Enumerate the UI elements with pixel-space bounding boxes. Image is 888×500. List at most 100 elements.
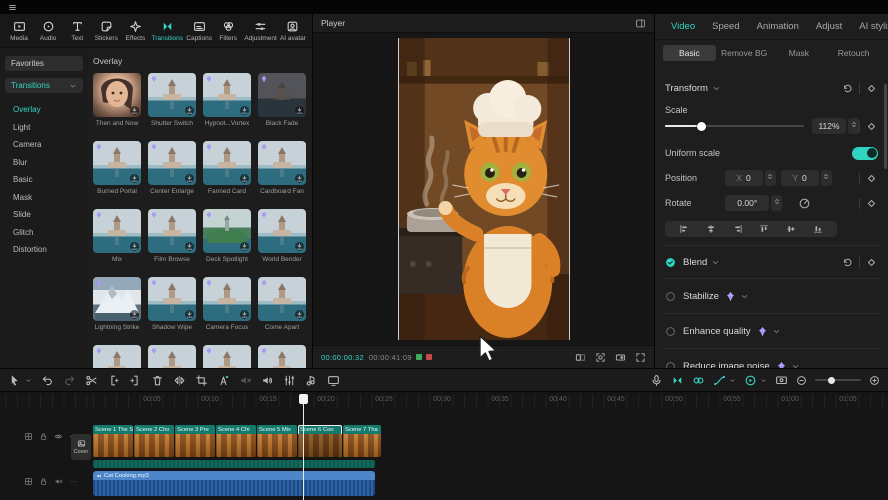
- menu-icon[interactable]: [8, 3, 17, 12]
- rotate-value-field[interactable]: 0.00°: [725, 195, 769, 211]
- transition-card[interactable]: Then and Now: [93, 73, 141, 127]
- section-checkbox-icon[interactable]: [665, 326, 676, 337]
- transition-card[interactable]: Hypnot...Vortex: [203, 73, 251, 127]
- link-clips-toggle-icon[interactable]: [692, 374, 705, 387]
- select-tool-caret-icon[interactable]: [25, 377, 32, 384]
- timeline-clip[interactable]: Scene 1 The S: [93, 425, 133, 457]
- mute-track-icon[interactable]: [54, 477, 63, 486]
- timeline-ruler[interactable]: 00:0500:1000:1500:2000:2500:3000:3500:40…: [0, 394, 888, 407]
- transition-card[interactable]: Lightning Strike: [93, 277, 141, 331]
- align-center-horizontal-icon[interactable]: [706, 224, 716, 234]
- split-icon[interactable]: [85, 374, 98, 387]
- transition-card[interactable]: Come Apart: [258, 277, 306, 331]
- subtab-remove-bg[interactable]: Remove BG: [718, 45, 771, 61]
- align-right-icon[interactable]: [733, 224, 743, 234]
- section-checkbox-icon[interactable]: [665, 361, 676, 369]
- toolbar-item-filters[interactable]: Filters: [215, 20, 241, 42]
- blend-reset-icon[interactable]: [841, 256, 854, 269]
- preview-window-icon[interactable]: [327, 374, 340, 387]
- audio-clip[interactable]: Cat Cooking.mp3: [93, 471, 375, 496]
- rotate-keyframe-icon[interactable]: [865, 197, 878, 210]
- select-tool-icon[interactable]: [8, 374, 21, 387]
- track-more-icon[interactable]: [69, 477, 78, 486]
- adjust-levels-icon[interactable]: [283, 374, 296, 387]
- sidebar-item-camera[interactable]: Camera: [0, 136, 88, 154]
- zoom-fit-icon[interactable]: [869, 375, 880, 386]
- timeline-clip[interactable]: Scene 3 Pre: [175, 425, 215, 457]
- sidebar-item-slide[interactable]: Slide: [0, 206, 88, 224]
- sidebar-item-glitch[interactable]: Glitch: [0, 224, 88, 242]
- transform-collapse-icon[interactable]: [712, 84, 721, 93]
- scale-stepper[interactable]: [848, 118, 859, 134]
- toolbar-item-ai-avatar[interactable]: AI avatar: [280, 20, 306, 42]
- undo-icon[interactable]: [41, 374, 54, 387]
- position-keyframe-icon[interactable]: [865, 172, 878, 185]
- section-collapse-icon[interactable]: [772, 327, 781, 336]
- playhead-line[interactable]: [303, 394, 304, 500]
- track-options-icon[interactable]: [24, 477, 33, 486]
- linked-audio-strip[interactable]: [93, 460, 375, 468]
- track-options-icon[interactable]: [24, 432, 33, 441]
- transition-card[interactable]: [93, 345, 141, 368]
- scale-slider-handle[interactable]: [697, 122, 706, 131]
- inspector-scrollbar[interactable]: [884, 84, 887, 169]
- transition-card[interactable]: Deck Spotlight: [203, 209, 251, 263]
- player-display-settings-icon[interactable]: [635, 18, 646, 29]
- rotate-dial-icon[interactable]: [798, 197, 811, 210]
- rotate-stepper[interactable]: [771, 195, 782, 211]
- transform-reset-icon[interactable]: [841, 82, 854, 95]
- transition-card[interactable]: Center Enlarge: [148, 141, 196, 195]
- subtab-retouch[interactable]: Retouch: [827, 45, 880, 61]
- audio-icon[interactable]: [261, 374, 274, 387]
- transition-card[interactable]: Black Fade: [258, 73, 306, 127]
- mark-in-indicator[interactable]: [416, 354, 422, 360]
- delete-left-icon[interactable]: [107, 374, 120, 387]
- beat-marker-icon[interactable]: [305, 374, 318, 387]
- playhead-handle[interactable]: [299, 394, 308, 404]
- transition-card[interactable]: Film Browse: [148, 209, 196, 263]
- transform-keyframe-icon[interactable]: [865, 82, 878, 95]
- position-x-field[interactable]: X 0: [725, 170, 763, 186]
- fullscreen-icon[interactable]: [635, 352, 646, 363]
- toolbar-item-transitions[interactable]: Transitions: [151, 20, 183, 42]
- video-preview[interactable]: [398, 38, 570, 340]
- audio-preview-caret-icon[interactable]: [760, 377, 767, 384]
- position-y-field[interactable]: Y 0: [781, 170, 819, 186]
- keyframe-graph-caret-icon[interactable]: [729, 377, 736, 384]
- transition-card[interactable]: Shadow Wipe: [148, 277, 196, 331]
- transition-card[interactable]: [258, 345, 306, 368]
- blend-keyframe-icon[interactable]: [865, 256, 878, 269]
- mark-out-indicator[interactable]: [426, 354, 432, 360]
- sidebar-favorites[interactable]: Favorites: [5, 56, 83, 71]
- lock-track-icon[interactable]: [39, 477, 48, 486]
- compare-view-icon[interactable]: [575, 352, 586, 363]
- keyframe-graph-toggle-icon[interactable]: [713, 374, 726, 387]
- voiceover-mic-icon[interactable]: [650, 374, 663, 387]
- crop-icon[interactable]: [195, 374, 208, 387]
- timeline-clip[interactable]: Scene 4 Chi: [216, 425, 256, 457]
- mute-track-icon[interactable]: [239, 374, 252, 387]
- delete-icon[interactable]: [151, 374, 164, 387]
- sidebar-item-light[interactable]: Light: [0, 119, 88, 137]
- tab-speed[interactable]: Speed: [712, 21, 739, 32]
- screen-view-icon[interactable]: [775, 374, 788, 387]
- transition-card[interactable]: Mix: [93, 209, 141, 263]
- zoom-slider-knob[interactable]: [828, 377, 835, 384]
- toolbar-item-stickers[interactable]: Stickers: [93, 20, 119, 42]
- transition-card[interactable]: Shutter Switch: [148, 73, 196, 127]
- position-x-stepper[interactable]: [765, 170, 776, 186]
- subtab-basic[interactable]: Basic: [663, 45, 716, 61]
- transition-card[interactable]: Burned Portal: [93, 141, 141, 195]
- uniform-scale-toggle[interactable]: [852, 147, 878, 160]
- audio-preview-toggle-icon[interactable]: [744, 374, 757, 387]
- align-left-icon[interactable]: [679, 224, 689, 234]
- sidebar-category-select[interactable]: Transitions: [5, 78, 83, 93]
- lock-track-icon[interactable]: [39, 432, 48, 441]
- section-collapse-icon[interactable]: [740, 292, 749, 301]
- transition-card[interactable]: Cardboard Fan: [258, 141, 306, 195]
- toolbar-item-audio[interactable]: Audio: [35, 20, 61, 42]
- sidebar-item-blur[interactable]: Blur: [0, 154, 88, 172]
- toolbar-item-adjustment[interactable]: Adjustment: [244, 20, 277, 42]
- aspect-ratio-icon[interactable]: [615, 352, 626, 363]
- sidebar-item-mask[interactable]: Mask: [0, 189, 88, 207]
